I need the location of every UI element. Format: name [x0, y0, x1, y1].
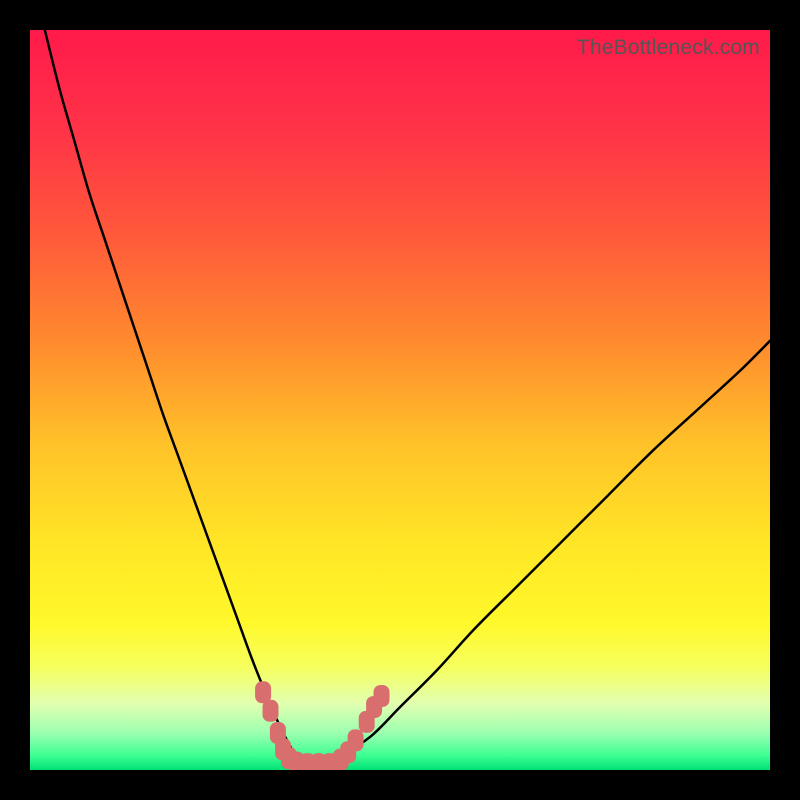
chart-background: [30, 30, 770, 770]
watermark-text: TheBottleneck.com: [577, 36, 760, 60]
chart-frame: TheBottleneck.com: [0, 0, 800, 800]
plot-area: TheBottleneck.com: [30, 30, 770, 770]
chart-svg: [30, 30, 770, 770]
marker-dot: [263, 700, 279, 722]
marker-dot: [348, 729, 364, 751]
marker-dot: [374, 685, 390, 707]
